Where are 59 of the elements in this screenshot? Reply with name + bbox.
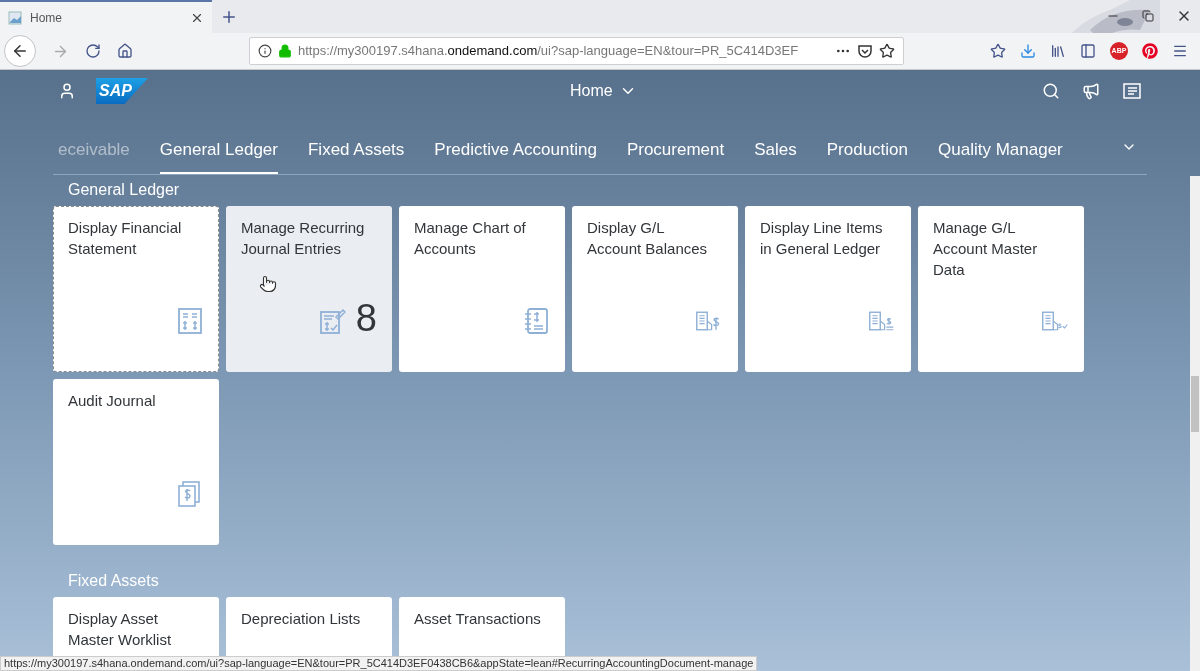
pocket-icon[interactable] <box>857 43 873 59</box>
bookmark-star-icon[interactable] <box>879 43 895 59</box>
tile-title: Display Asset Master Worklist <box>68 609 173 650</box>
status-url-tooltip: https://my300197.s4hana.ondemand.com/ui?sap-language=EN&tour=PR_5C414D3EF0438CB6&appState=lean#RecurringAccountingDocument-manage <box>0 656 758 671</box>
page-icon <box>8 10 22 25</box>
tile-title: Depreciation Lists <box>241 609 362 629</box>
app-tile[interactable]: Manage G/L Account Master Data <box>918 206 1084 372</box>
tile-icon <box>522 307 550 335</box>
address-bar[interactable]: https://my300197.s4hana.ondemand.com/ui?sap-language=EN&tour=PR_5C414D3EF <box>249 37 904 65</box>
tile-title: Manage Chart of Accounts <box>414 218 527 259</box>
tab[interactable]: Procurement <box>626 129 725 174</box>
browser-tab[interactable]: Home <box>0 0 212 33</box>
tile-title: Asset Transactions <box>414 609 542 629</box>
megaphone-icon[interactable] <box>1082 82 1100 100</box>
starred-icon[interactable] <box>990 43 1006 59</box>
app-tile[interactable]: Manage Recurring Journal Entries 8 <box>226 206 392 372</box>
app-tile[interactable]: Manage Chart of Accounts <box>399 206 565 372</box>
tab[interactable]: Production <box>826 129 909 174</box>
section-title: General Ledger <box>67 180 181 200</box>
tile-count: 8 <box>355 299 377 337</box>
info-icon[interactable] <box>258 44 272 58</box>
back-button[interactable] <box>4 35 36 67</box>
tile-title: Audit Journal <box>68 391 157 411</box>
tile-title: Manage G/L Account Master Data <box>933 218 1039 280</box>
scrollbar[interactable] <box>1190 176 1200 671</box>
app-tile[interactable]: Display Financial Statement <box>53 206 219 372</box>
tile-title: Display G/L Account Balances <box>587 218 709 259</box>
url-text: https://my300197.s4hana.ondemand.com/ui?sap-language=EN&tour=PR_5C414D3EF <box>298 42 800 61</box>
sap-logo: SAP <box>96 78 148 104</box>
section-title: Fixed Assets <box>67 571 160 591</box>
tile-icon <box>176 307 204 335</box>
search-icon[interactable] <box>1042 82 1060 100</box>
app-tile[interactable]: Display G/L Account Balances <box>572 206 738 372</box>
tile-title: Display Line Items in General Ledger <box>760 218 884 259</box>
tab[interactable]: Predictive Accounting <box>434 129 597 174</box>
download-icon[interactable] <box>1020 43 1036 59</box>
home-icon[interactable] <box>117 43 133 59</box>
library-icon[interactable] <box>1050 43 1066 59</box>
pinterest-icon[interactable] <box>1142 43 1158 59</box>
app-tile[interactable]: Display Line Items in General Ledger <box>745 206 911 372</box>
tile-title: Manage Recurring Journal Entries <box>241 218 366 259</box>
new-tab-icon[interactable] <box>220 8 238 26</box>
tab[interactable]: Sales <box>754 129 797 174</box>
user-icon[interactable] <box>58 82 76 100</box>
tab[interactable]: Fixed Assets <box>307 129 405 174</box>
app-tile[interactable]: Audit Journal <box>53 379 219 545</box>
mouse-pointer-icon <box>259 275 277 293</box>
sidebar-icon[interactable] <box>1080 43 1096 59</box>
tab[interactable]: General Ledger <box>159 129 278 174</box>
tile-title: Display Financial Statement <box>68 218 183 259</box>
menu-icon[interactable] <box>1172 43 1188 59</box>
reload-icon[interactable] <box>85 43 101 59</box>
tile-icon <box>317 307 346 335</box>
restore-icon[interactable] <box>1142 10 1154 22</box>
tab[interactable]: Quality Manager <box>938 129 1063 174</box>
lock-icon <box>278 44 292 58</box>
shell-title-menu[interactable]: Home <box>570 79 637 103</box>
notifications-icon[interactable] <box>1122 82 1142 100</box>
tab-title: Home <box>30 9 63 27</box>
